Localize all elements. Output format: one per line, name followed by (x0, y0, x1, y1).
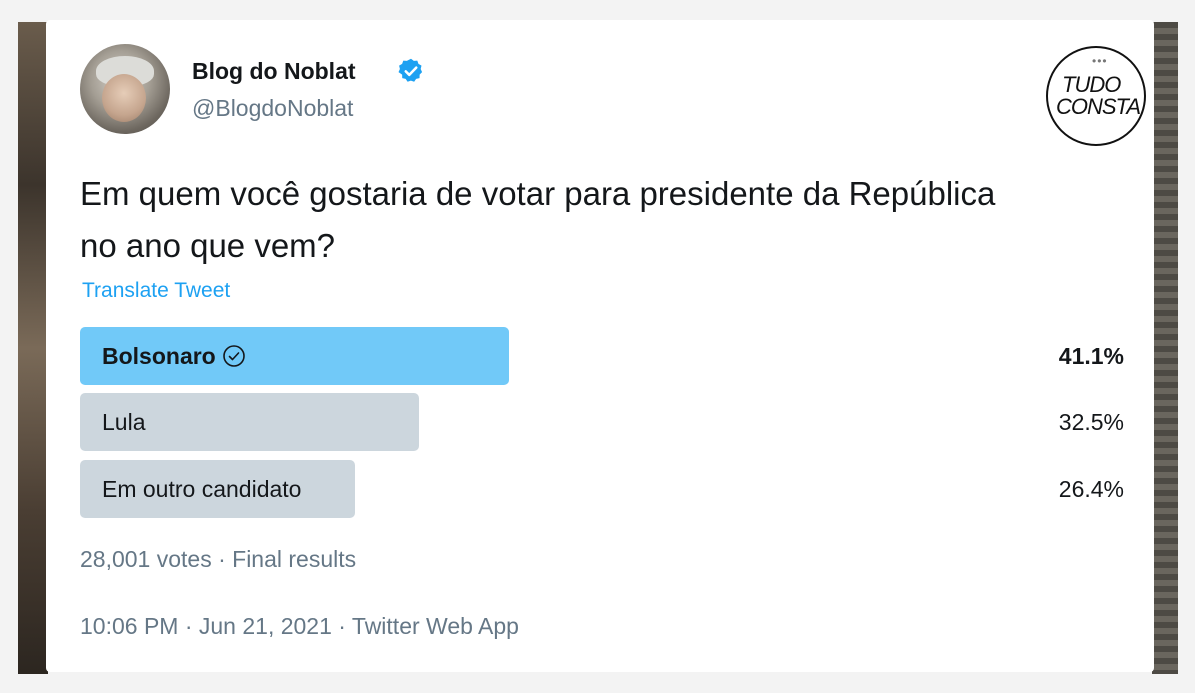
poll-option-percent: 32.5% (1058, 409, 1124, 435)
poll-option-row: Lula 32.5% (80, 393, 1124, 451)
translate-tweet-link[interactable]: Translate Tweet (82, 279, 230, 303)
frame-bottom-strip (0, 676, 1195, 693)
poll-option-text: Bolsonaro (102, 343, 216, 369)
author-display-name[interactable]: Blog do Noblat (192, 58, 356, 85)
tweet-text: Em quem você gostaria de votar para pres… (80, 175, 996, 264)
author-handle[interactable]: @BlogdoNoblat (192, 95, 353, 122)
video-frame-right-edge (1152, 22, 1178, 674)
video-frame-left-edge (18, 22, 48, 674)
poll-option-label: Lula (102, 393, 145, 451)
poll-option-text: Em outro candidato (102, 476, 302, 502)
tweet-timestamp[interactable]: 10:06 PM · Jun 21, 2021 · Twitter Web Ap… (80, 613, 519, 640)
poll-option-row: Em outro candidato 26.4% (80, 460, 1124, 518)
poll-summary: 28,001 votes · Final results (80, 546, 357, 572)
avatar-face (102, 74, 146, 122)
poll-option-percent: 26.4% (1058, 476, 1124, 502)
poll-option-text: Lula (102, 409, 146, 435)
logo-line-2: CONSTA (1056, 94, 1141, 119)
poll-option-label: Bolsonaro (102, 327, 246, 385)
tudo-consta-logo: ••• TUDO CONSTA (1046, 46, 1146, 146)
poll-option-row: Bolsonaro 41.1% (80, 327, 1124, 385)
poll-option-percent: 41.1% (1058, 343, 1124, 369)
logo-dots: ••• (1092, 54, 1108, 68)
poll-option-label: Em outro candidato (102, 460, 301, 518)
author-avatar[interactable] (80, 44, 170, 134)
verified-badge-icon (398, 58, 423, 82)
check-circle-icon (222, 345, 245, 367)
